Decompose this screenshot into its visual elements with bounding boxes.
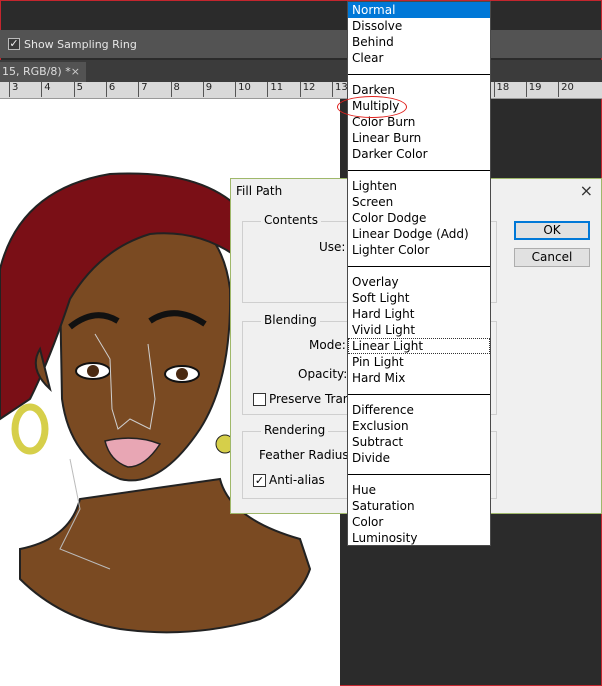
sampling-ring-label: Show Sampling Ring (24, 38, 137, 51)
blend-mode-exclusion[interactable]: Exclusion (348, 418, 490, 434)
blend-mode-subtract[interactable]: Subtract (348, 434, 490, 450)
blend-mode-pin-light[interactable]: Pin Light (348, 354, 490, 370)
blend-mode-hue[interactable]: Hue (348, 482, 490, 498)
blend-mode-normal[interactable]: Normal (348, 2, 490, 18)
blend-mode-lighten[interactable]: Lighten (348, 178, 490, 194)
ruler-tick: 8 (170, 82, 180, 97)
blend-mode-dropdown[interactable]: Normal Dissolve Behind Clear Darken Multiply C… (347, 1, 491, 546)
blend-mode-soft-light[interactable]: Soft Light (348, 290, 490, 306)
cancel-button[interactable]: Cancel (514, 248, 590, 267)
blend-mode-difference[interactable]: Difference (348, 402, 490, 418)
blend-mode-linear-burn[interactable]: Linear Burn (348, 130, 490, 146)
blend-mode-hard-mix[interactable]: Hard Mix (348, 370, 490, 386)
blend-mode-lighter-color[interactable]: Lighter Color (348, 242, 490, 258)
blend-mode-behind[interactable]: Behind (348, 34, 490, 50)
preserve-transparency-label: Preserve Trans (269, 392, 357, 406)
anti-alias-label: Anti-alias (269, 473, 325, 487)
menu-separator (348, 394, 490, 395)
opacity-label: Opacity: (298, 367, 348, 381)
sampling-ring-checkbox[interactable]: ✓ (8, 38, 20, 50)
ruler-tick: 7 (138, 82, 148, 97)
preserve-transparency-checkbox[interactable] (253, 393, 266, 406)
blend-mode-color-dodge[interactable]: Color Dodge (348, 210, 490, 226)
blend-mode-darker-color[interactable]: Darker Color (348, 146, 490, 162)
blending-title: Blending (261, 313, 320, 327)
ruler-tick: 19 (525, 82, 542, 97)
ruler-tick: 6 (105, 82, 116, 97)
ruler-tick: 3 (8, 82, 19, 97)
blend-mode-luminosity[interactable]: Luminosity (348, 530, 490, 546)
document-tab-bar (0, 60, 602, 82)
feather-radius-label: Feather Radius: (259, 448, 353, 462)
anti-alias-checkbox[interactable]: ✓ (253, 474, 266, 487)
ruler-tick: 10 (235, 82, 251, 97)
blend-mode-linear-dodge-add[interactable]: Linear Dodge (Add) (348, 226, 490, 242)
blend-mode-screen[interactable]: Screen (348, 194, 490, 210)
ruler-tick: 20 (558, 82, 574, 97)
blend-mode-clear[interactable]: Clear (348, 50, 490, 66)
horizontal-ruler: 34567891011121314151617181920 (0, 82, 602, 99)
menu-separator (348, 266, 490, 267)
ruler-tick: 9 (202, 82, 213, 97)
menu-separator (348, 74, 490, 75)
blend-mode-color[interactable]: Color (348, 514, 490, 530)
ruler-tick: 11 (267, 82, 284, 97)
blend-mode-hard-light[interactable]: Hard Light (348, 306, 490, 322)
rendering-title: Rendering (261, 423, 329, 437)
blend-mode-dissolve[interactable]: Dissolve (348, 18, 490, 34)
ruler-tick: 13 (332, 82, 348, 97)
menu-separator (348, 170, 490, 171)
use-label: Use: (319, 240, 346, 254)
ok-button[interactable]: OK (514, 221, 590, 240)
mode-label: Mode: (309, 338, 346, 352)
document-tab[interactable]: 15, RGB/8) * × (0, 62, 86, 82)
blend-mode-overlay[interactable]: Overlay (348, 274, 490, 290)
contents-title: Contents (261, 213, 321, 227)
dialog-title: Fill Path (236, 184, 283, 198)
close-icon[interactable]: × (580, 181, 593, 200)
blend-mode-saturation[interactable]: Saturation (348, 498, 490, 514)
ruler-tick: 4 (41, 82, 51, 97)
ruler-tick: 5 (73, 82, 83, 97)
document-tab-title: 15, RGB/8) * (2, 65, 71, 78)
blend-mode-divide[interactable]: Divide (348, 450, 490, 466)
close-tab-icon[interactable]: × (71, 62, 80, 82)
blend-mode-vivid-light[interactable]: Vivid Light (348, 322, 490, 338)
annotation-circle (337, 96, 407, 118)
menu-separator (348, 474, 490, 475)
ruler-tick: 12 (299, 82, 316, 97)
ruler-tick: 18 (493, 82, 510, 97)
blend-mode-linear-light[interactable]: Linear Light (348, 338, 490, 354)
